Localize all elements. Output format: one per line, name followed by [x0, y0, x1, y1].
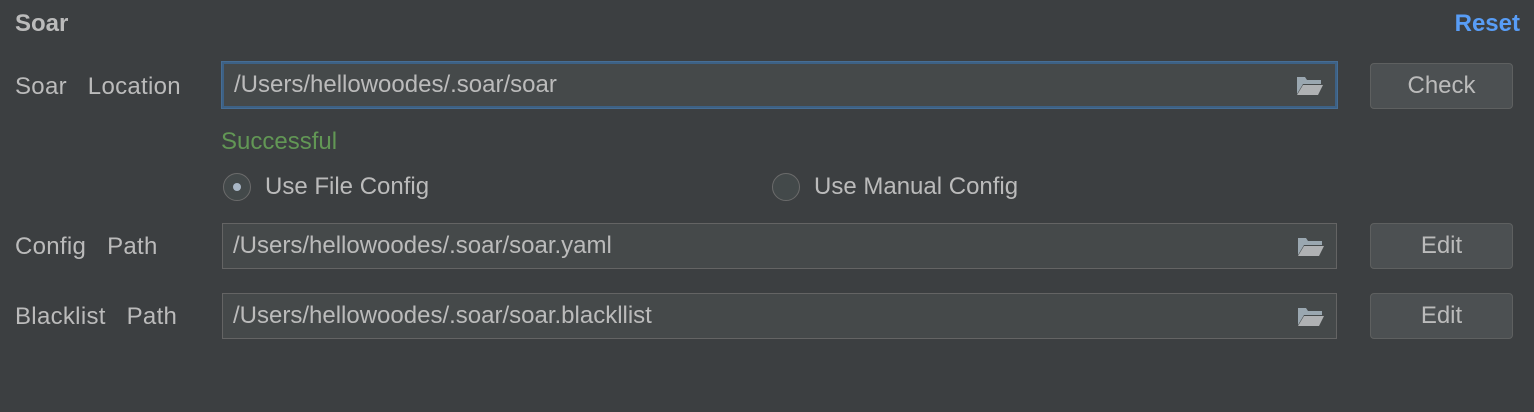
radio-label: Use Manual Config	[814, 173, 1019, 200]
radio-unselected-icon	[772, 173, 800, 201]
edit-blacklist-button[interactable]: Edit	[1370, 293, 1513, 339]
soar-location-field[interactable]: /Users/hellowoodes/.soar/soar	[222, 62, 1337, 108]
blacklist-path-field[interactable]: /Users/hellowoodes/.soar/soar.blackllist	[222, 293, 1337, 339]
folder-open-icon[interactable]	[1294, 231, 1328, 261]
radio-selected-icon	[223, 173, 251, 201]
folder-open-icon[interactable]	[1293, 70, 1327, 100]
edit-config-button[interactable]: Edit	[1370, 223, 1513, 269]
reset-link[interactable]: Reset	[1455, 10, 1520, 38]
section-title: Soar	[15, 10, 69, 37]
soar-location-value[interactable]: /Users/hellowoodes/.soar/soar	[224, 71, 1293, 99]
radio-label: Use File Config	[265, 173, 430, 200]
config-path-value[interactable]: /Users/hellowoodes/.soar/soar.yaml	[223, 232, 1294, 260]
use-manual-config-radio[interactable]: Use Manual Config	[772, 173, 1018, 201]
use-file-config-radio[interactable]: Use File Config	[223, 173, 429, 201]
config-path-field[interactable]: /Users/hellowoodes/.soar/soar.yaml	[222, 223, 1337, 269]
config-path-label: Config Path	[15, 233, 158, 260]
blacklist-path-label: Blacklist Path	[15, 303, 178, 330]
status-text: Successful	[221, 128, 338, 155]
soar-location-label: Soar Location	[15, 73, 181, 100]
check-button[interactable]: Check	[1370, 63, 1513, 109]
blacklist-path-value[interactable]: /Users/hellowoodes/.soar/soar.blackllist	[223, 302, 1294, 330]
soar-settings-panel: Soar Reset Soar Location /Users/hellowoo…	[0, 0, 1534, 412]
folder-open-icon[interactable]	[1294, 301, 1328, 331]
